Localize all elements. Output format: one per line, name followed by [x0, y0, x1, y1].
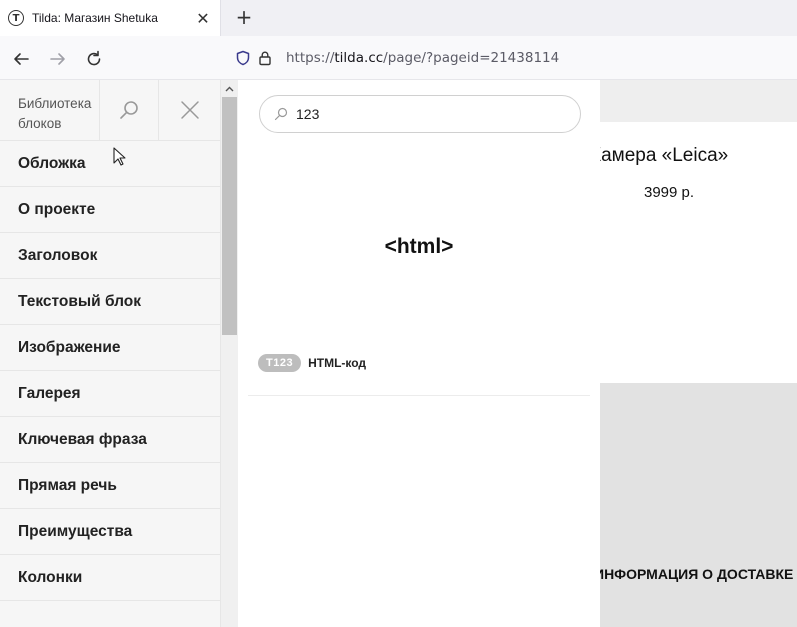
block-library-sidebar: Библиотека блоков Обложка О проекте Заго…	[0, 80, 221, 627]
back-arrow-icon	[14, 53, 29, 65]
sidebar-item-features[interactable]: Преимущества	[0, 509, 220, 555]
forward-button[interactable]	[47, 48, 69, 70]
block-search-input[interactable]: 123	[259, 95, 581, 133]
sidebar-item-heading[interactable]: Заголовок	[0, 233, 220, 279]
mouse-cursor-icon	[113, 147, 126, 166]
divider	[248, 395, 590, 396]
sidebar-item-columns[interactable]: Колонки	[0, 555, 220, 601]
reload-icon	[87, 50, 101, 66]
sidebar-scrollbar[interactable]	[221, 80, 238, 627]
url-path: /page/?pageid=21438114	[383, 50, 560, 66]
block-preview-image[interactable]: <html>	[248, 235, 590, 259]
browser-toolbar: https://tilda.cc/page/?pageid=21438114	[0, 36, 797, 80]
page-header-band	[600, 80, 797, 122]
block-code-badge: T123	[258, 354, 302, 372]
close-icon	[180, 101, 199, 119]
new-tab-button[interactable]: +	[233, 6, 255, 28]
shield-icon[interactable]	[232, 47, 254, 69]
sidebar-item-cover[interactable]: Обложка	[0, 141, 220, 187]
sidebar-header: Библиотека блоков	[0, 80, 220, 141]
sidebar-title: Библиотека блоков	[0, 80, 100, 140]
search-icon	[120, 101, 138, 119]
website-page-preview: Камера «Leica» 3999 р. ИНФОРМАЦИЯ О ДОСТ…	[600, 80, 797, 627]
lock-icon[interactable]	[254, 47, 276, 69]
product-price: 3999 р.	[644, 184, 695, 201]
url-text[interactable]: https://tilda.cc/page/?pageid=21438114	[286, 50, 559, 66]
search-query: 123	[296, 106, 320, 122]
url-host: tilda.cc	[334, 50, 384, 66]
url-bar[interactable]: https://tilda.cc/page/?pageid=21438114	[226, 42, 797, 74]
scrollbar-thumb[interactable]	[222, 97, 237, 335]
sidebar-item-key-phrase[interactable]: Ключевая фраза	[0, 417, 220, 463]
search-icon	[274, 107, 288, 121]
back-button[interactable]	[10, 48, 32, 70]
sidebar-item-quote[interactable]: Прямая речь	[0, 463, 220, 509]
product-title: Камера «Leica»	[600, 145, 729, 166]
forward-arrow-icon	[50, 53, 65, 65]
block-name: HTML-код	[308, 356, 367, 370]
close-tab-icon[interactable]: ✕	[194, 9, 212, 28]
sidebar-item-about[interactable]: О проекте	[0, 187, 220, 233]
browser-tab[interactable]: T Tilda: Магазин Shetuka ✕	[0, 0, 221, 36]
sidebar-search-button[interactable]	[100, 80, 160, 140]
tab-title: Tilda: Магазин Shetuka	[32, 11, 158, 25]
reload-button[interactable]	[83, 48, 105, 70]
sidebar-item-gallery[interactable]: Галерея	[0, 371, 220, 417]
sidebar-item-image[interactable]: Изображение	[0, 325, 220, 371]
tab-strip: T Tilda: Магазин Shetuka ✕ +	[0, 0, 797, 36]
sidebar-close-button[interactable]	[159, 80, 220, 140]
block-search-panel: 123 <html> T123 HTML-код	[238, 80, 600, 627]
block-result-item[interactable]: T123 HTML-код	[258, 354, 366, 372]
delivery-heading: ИНФОРМАЦИЯ О ДОСТАВКЕ	[600, 566, 794, 582]
scroll-up-arrow-icon[interactable]	[221, 80, 238, 97]
sidebar-item-text-block[interactable]: Текстовый блок	[0, 279, 220, 325]
url-prefix: https://	[286, 50, 335, 66]
delivery-section	[600, 383, 797, 627]
tilda-favicon-icon: T	[8, 10, 24, 26]
